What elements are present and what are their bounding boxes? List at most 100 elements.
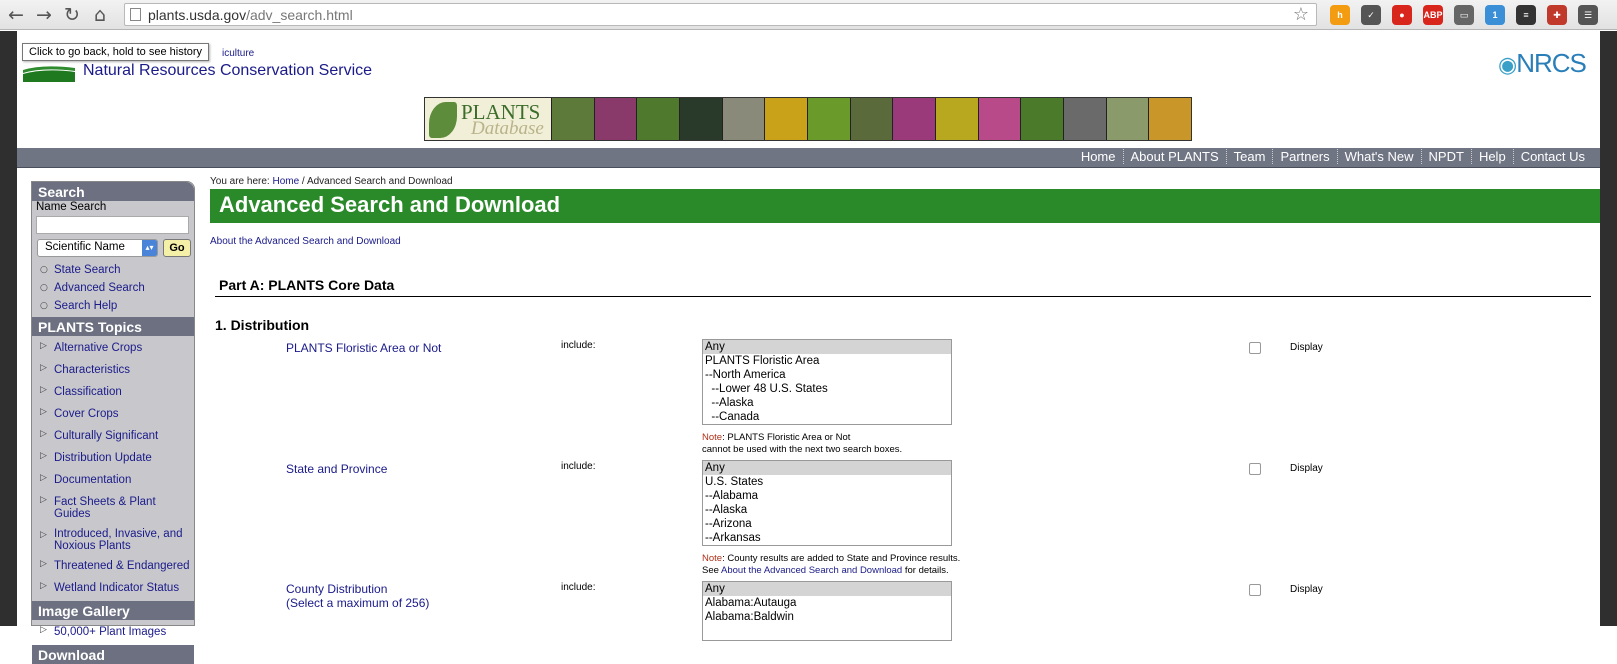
- ghostery-icon[interactable]: 1: [1485, 5, 1505, 25]
- include-label: include:: [561, 582, 596, 593]
- buffer-icon[interactable]: ≡: [1516, 5, 1536, 25]
- plant-photo: [977, 98, 1021, 140]
- water-drop-icon: ◉: [1498, 52, 1517, 77]
- pocket-icon[interactable]: ✓: [1361, 5, 1381, 25]
- forward-arrow-icon[interactable]: →: [32, 3, 56, 27]
- name-type-select[interactable]: Scientific Name ▴▾: [37, 239, 158, 257]
- plant-photo: [935, 98, 978, 140]
- address-bar[interactable]: plants.usda.gov/adv_search.html ☆: [124, 3, 1317, 26]
- plus-icon[interactable]: ✚: [1547, 5, 1567, 25]
- menu-icon[interactable]: ☰: [1578, 5, 1598, 25]
- topnav-link-npdt[interactable]: NPDT: [1420, 149, 1471, 164]
- go-button[interactable]: Go: [163, 239, 191, 257]
- plant-photo: [1148, 98, 1192, 140]
- sidebar-topic-characteristics[interactable]: ▷ Characteristics: [32, 359, 194, 381]
- topnav-link-help[interactable]: Help: [1470, 149, 1513, 164]
- reload-icon[interactable]: ↻: [60, 3, 84, 27]
- plant-photo: [807, 98, 850, 140]
- left-frame: [0, 31, 17, 626]
- listbox-option[interactable]: --Canada: [703, 410, 951, 424]
- name-search-input[interactable]: [36, 216, 189, 234]
- floristic-area-listbox[interactable]: Any PLANTS Floristic Area --North America …: [702, 339, 952, 425]
- listbox-option[interactable]: PLANTS Floristic Area: [703, 354, 951, 368]
- state-province-display-checkbox[interactable]: [1249, 463, 1261, 475]
- sidebar-topic-classification[interactable]: ▷ Classification: [32, 381, 194, 403]
- home-icon[interactable]: ⌂: [88, 3, 112, 27]
- sidebar-gallery-50-000-plant-images[interactable]: ▷ 50,000+ Plant Images: [32, 621, 194, 643]
- listbox-option[interactable]: Alabama:Baldwin: [703, 610, 951, 624]
- listbox-option[interactable]: Any: [703, 340, 951, 354]
- cast-icon[interactable]: ▭: [1454, 5, 1474, 25]
- listbox-option[interactable]: --Arizona: [703, 517, 951, 531]
- topnav-link-partners[interactable]: Partners: [1272, 149, 1336, 164]
- browser-toolbar: ← → ↻ ⌂ plants.usda.gov/adv_search.html …: [0, 0, 1617, 30]
- topnav-link-contact-us[interactable]: Contact Us: [1512, 149, 1592, 164]
- listbox-option[interactable]: --Alaska: [703, 503, 951, 517]
- sidebar-topic-distribution-update[interactable]: ▷ Distribution Update: [32, 447, 194, 469]
- usda-logo[interactable]: [23, 62, 75, 82]
- listbox-option[interactable]: U.S. States: [703, 475, 951, 489]
- listbox-option[interactable]: --Alaska: [703, 396, 951, 410]
- triangle-bullet-icon: ▷: [40, 341, 47, 351]
- topnav-link-team[interactable]: Team: [1225, 149, 1273, 164]
- usda-subtitle[interactable]: iculture: [222, 48, 254, 59]
- triangle-bullet-icon: ▷: [40, 530, 47, 540]
- page-title-bar: Advanced Search and Download: [210, 189, 1600, 223]
- circle-bullet-icon: ○: [40, 283, 48, 293]
- listbox-option[interactable]: --Arkansas: [703, 531, 951, 545]
- plant-photo: [721, 98, 765, 140]
- topnav-link-what-s-new[interactable]: What's New: [1336, 149, 1421, 164]
- listbox-option[interactable]: --Lower 48 U.S. States: [703, 382, 951, 396]
- sidebar-topic-culturally-significant[interactable]: ▷ Culturally Significant: [32, 425, 194, 447]
- listbox-option[interactable]: --North America: [703, 368, 951, 382]
- triangle-bullet-icon: ▷: [40, 429, 47, 439]
- sidebar-topic-introduced-invasive-and-noxious-plants[interactable]: ▷ Introduced, Invasive, and Noxious Plant…: [32, 525, 194, 555]
- stop-icon[interactable]: ●: [1392, 5, 1412, 25]
- county-display-checkbox[interactable]: [1249, 584, 1261, 596]
- sidebar-topic-cover-crops[interactable]: ▷ Cover Crops: [32, 403, 194, 425]
- search-heading: Search: [32, 182, 194, 201]
- listbox-option[interactable]: Any: [703, 582, 951, 596]
- sidebar-topic-wetland-indicator-status[interactable]: ▷ Wetland Indicator Status: [32, 577, 194, 599]
- breadcrumb-home-link[interactable]: Home: [272, 176, 299, 187]
- listbox-option[interactable]: --Alabama: [703, 489, 951, 503]
- floristic-area-label[interactable]: PLANTS Floristic Area or Not: [286, 341, 441, 355]
- plants-database-banner[interactable]: PLANTS Database: [424, 97, 1192, 141]
- sidebar-topic-threatened-endangered[interactable]: ▷ Threatened & Endangered: [32, 555, 194, 577]
- floristic-display-checkbox[interactable]: [1249, 342, 1261, 354]
- triangle-bullet-icon: ▷: [40, 451, 47, 461]
- display-label: Display: [1290, 342, 1323, 353]
- plants-logo: PLANTS Database: [425, 98, 551, 140]
- plant-photo: [892, 98, 936, 140]
- sidebar-item-state-search[interactable]: ○ State Search: [32, 261, 194, 279]
- select-arrows-icon: ▴▾: [142, 240, 157, 256]
- plant-photo: [551, 98, 594, 140]
- listbox-option[interactable]: Alabama:Autauga: [703, 596, 951, 610]
- sidebar-item-advanced-search[interactable]: ○ Advanced Search: [32, 279, 194, 297]
- bookmark-star-icon[interactable]: ☆: [1293, 4, 1309, 25]
- sidebar-topic-documentation[interactable]: ▷ Documentation: [32, 469, 194, 491]
- nrcs-name[interactable]: Natural Resources Conservation Service: [83, 62, 372, 80]
- county-distribution-listbox[interactable]: Any Alabama:Autauga Alabama:Baldwin: [702, 581, 952, 641]
- state-province-label[interactable]: State and Province: [286, 462, 387, 476]
- download-heading: Download: [32, 645, 194, 664]
- display-label: Display: [1290, 463, 1323, 474]
- adblock-icon[interactable]: ABP: [1423, 5, 1443, 25]
- county-distribution-label[interactable]: County Distribution (Select a maximum of …: [286, 582, 429, 610]
- state-province-listbox[interactable]: Any U.S. States --Alabama --Alaska --Arizona…: [702, 460, 952, 546]
- sidebar-topic-fact-sheets-plant-guides[interactable]: ▷ Fact Sheets & Plant Guides: [32, 491, 194, 525]
- listbox-option[interactable]: Any: [703, 461, 951, 475]
- nrcs-logo[interactable]: ◉NRCS: [1498, 48, 1587, 79]
- sidebar-topic-alternative-crops[interactable]: ▷ Alternative Crops: [32, 337, 194, 359]
- triangle-bullet-icon: ▷: [40, 559, 47, 569]
- sidebar: Search Name Search Scientific Name ▴▾ Go…: [31, 181, 195, 664]
- sidebar-item-search-help[interactable]: ○ Search Help: [32, 297, 194, 315]
- back-arrow-icon[interactable]: ←: [4, 3, 28, 27]
- about-advanced-search-note-link[interactable]: About the Advanced Search and Download: [721, 565, 902, 576]
- back-tooltip: Click to go back, hold to see history: [22, 43, 210, 61]
- topnav-link-home[interactable]: Home: [1074, 149, 1123, 164]
- about-advanced-search-link[interactable]: About the Advanced Search and Download: [210, 236, 401, 247]
- honey-icon[interactable]: h: [1330, 5, 1350, 25]
- topnav-link-about-plants[interactable]: About PLANTS: [1122, 149, 1226, 164]
- circle-bullet-icon: ○: [40, 265, 48, 275]
